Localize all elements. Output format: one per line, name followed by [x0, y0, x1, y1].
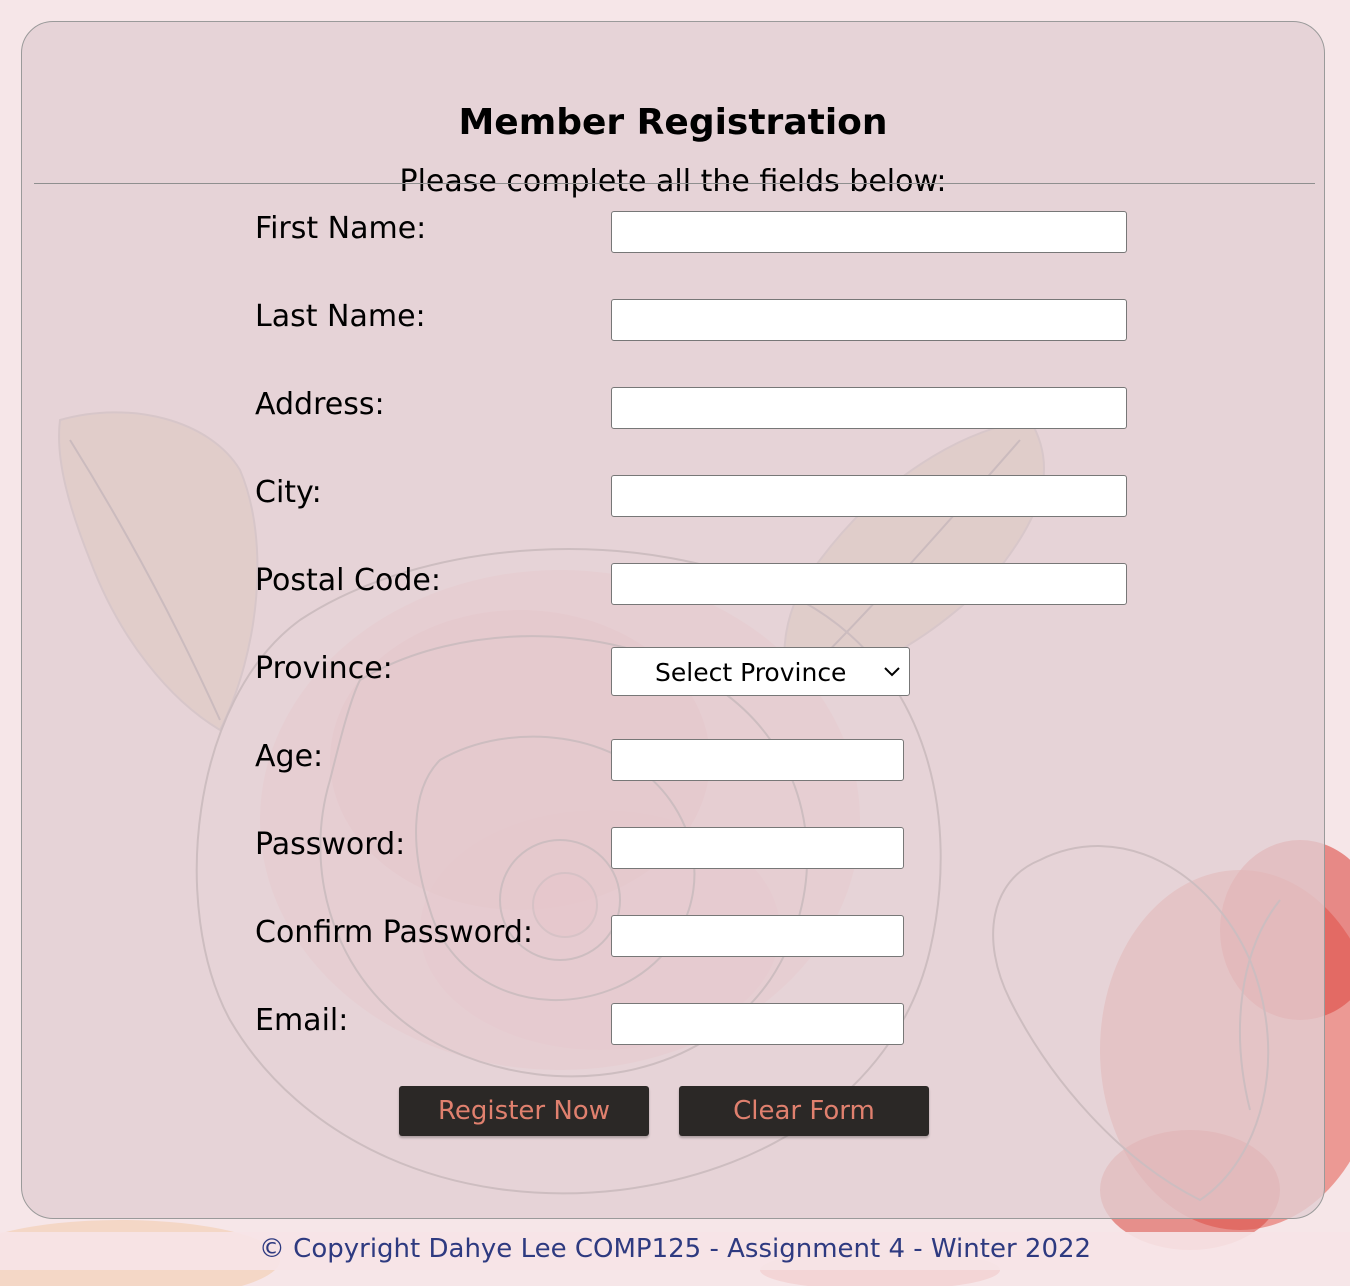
password-label: Password: [255, 827, 406, 862]
last-name-label: Last Name: [255, 299, 426, 334]
form-instructions: Please complete all the fields below: [399, 164, 947, 199]
register-now-button[interactable]: Register Now [399, 1086, 649, 1136]
first-name-field[interactable] [611, 211, 1127, 253]
first-name-label: First Name: [255, 211, 427, 246]
postal-code-label: Postal Code: [255, 563, 441, 598]
registration-card: Member Registration Please complete all … [21, 21, 1325, 1219]
email-label: Email: [255, 1003, 349, 1038]
divider [34, 183, 1315, 184]
province-select-value: Select Province [655, 658, 847, 687]
confirm-password-label: Confirm Password: [255, 915, 534, 950]
clear-form-button[interactable]: Clear Form [679, 1086, 929, 1136]
province-select[interactable]: Select Province [611, 647, 910, 696]
password-field[interactable] [611, 827, 904, 869]
postal-code-field[interactable] [611, 563, 1127, 605]
age-label: Age: [255, 739, 324, 774]
copyright-text: © Copyright Dahye Lee COMP125 - Assignme… [258, 1234, 1092, 1264]
province-label: Province: [255, 651, 393, 686]
address-field[interactable] [611, 387, 1127, 429]
copyright-footer: © Copyright Dahye Lee COMP125 - Assignme… [0, 1232, 1350, 1270]
address-label: Address: [255, 387, 385, 422]
city-field[interactable] [611, 475, 1127, 517]
age-field[interactable] [611, 739, 904, 781]
page-title: Member Registration [458, 102, 888, 143]
last-name-field[interactable] [611, 299, 1127, 341]
confirm-password-field[interactable] [611, 915, 904, 957]
chevron-down-icon [884, 667, 900, 677]
email-field[interactable] [611, 1003, 904, 1045]
city-label: City: [255, 475, 322, 510]
